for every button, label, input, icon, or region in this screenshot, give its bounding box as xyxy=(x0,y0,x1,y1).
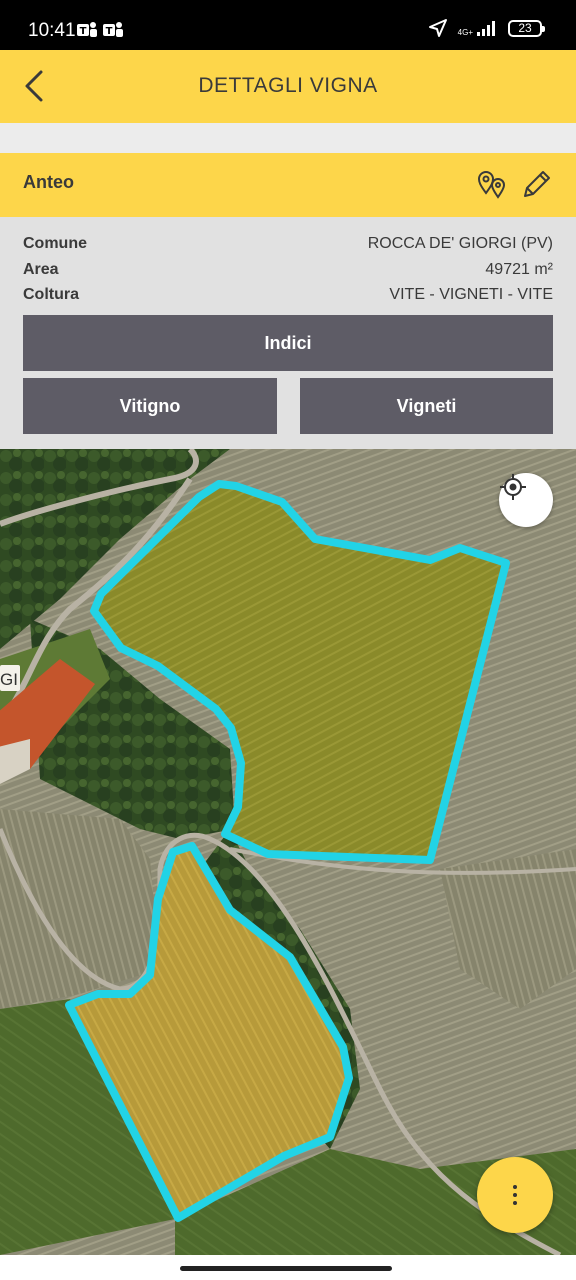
app-bar: DETTAGLI VIGNA xyxy=(0,50,576,123)
signal-icon xyxy=(477,21,495,36)
detail-label: Coltura xyxy=(23,286,79,303)
detail-label: Comune xyxy=(23,235,87,252)
teams-icon: T xyxy=(77,22,97,37)
indici-button[interactable]: Indici xyxy=(23,315,553,371)
map-pins-icon xyxy=(477,171,506,199)
vineyard-name: Anteo xyxy=(23,172,74,192)
pencil-icon xyxy=(524,171,550,197)
system-nav-bar xyxy=(0,1255,576,1280)
more-options-fab[interactable] xyxy=(477,1157,553,1233)
detail-value: ROCCA DE' GIORGI (PV) xyxy=(367,235,553,252)
location-arrow-icon xyxy=(428,19,447,37)
teams-icon: T xyxy=(103,22,123,37)
vineyard-header: Anteo xyxy=(0,153,576,217)
status-time: 10:41 xyxy=(28,20,76,41)
crosshair-icon xyxy=(500,474,526,500)
page-title: DETTAGLI VIGNA xyxy=(198,74,378,97)
satellite-map[interactable]: GI xyxy=(0,449,576,1255)
header-actions xyxy=(476,167,554,201)
map-canvas: GI xyxy=(0,449,576,1255)
vitigno-button[interactable]: Vitigno xyxy=(23,378,277,434)
status-bar: 10:41 T T 4G+ 23 xyxy=(0,0,576,50)
detail-row-comune: Comune ROCCA DE' GIORGI (PV) xyxy=(23,232,553,256)
detail-value: 49721 m² xyxy=(485,261,553,278)
notification-icons: T T xyxy=(76,20,124,40)
detail-value: VITE - VIGNETI - VITE xyxy=(389,286,553,303)
locate-button[interactable] xyxy=(499,473,553,527)
details-panel: Comune ROCCA DE' GIORGI (PV) Area 49721 … xyxy=(0,217,576,449)
battery-icon: 23 xyxy=(508,19,545,37)
battery-level: 23 xyxy=(518,21,532,35)
spacer-band xyxy=(0,123,576,153)
map-place-label: GI xyxy=(0,670,18,689)
network-label: 4G+ xyxy=(457,28,473,37)
edit-button[interactable] xyxy=(520,167,554,201)
vigneti-button[interactable]: Vigneti xyxy=(300,378,553,434)
map-pins-button[interactable] xyxy=(476,167,510,201)
detail-row-area: Area 49721 m² xyxy=(23,258,553,282)
status-right: 4G+ 23 xyxy=(428,18,545,38)
svg-text:T: T xyxy=(106,26,113,37)
home-handle[interactable] xyxy=(180,1266,392,1271)
svg-text:T: T xyxy=(80,26,87,37)
more-vertical-icon xyxy=(513,1185,517,1205)
detail-row-coltura: Coltura VITE - VIGNETI - VITE xyxy=(23,283,553,307)
detail-label: Area xyxy=(23,261,59,278)
